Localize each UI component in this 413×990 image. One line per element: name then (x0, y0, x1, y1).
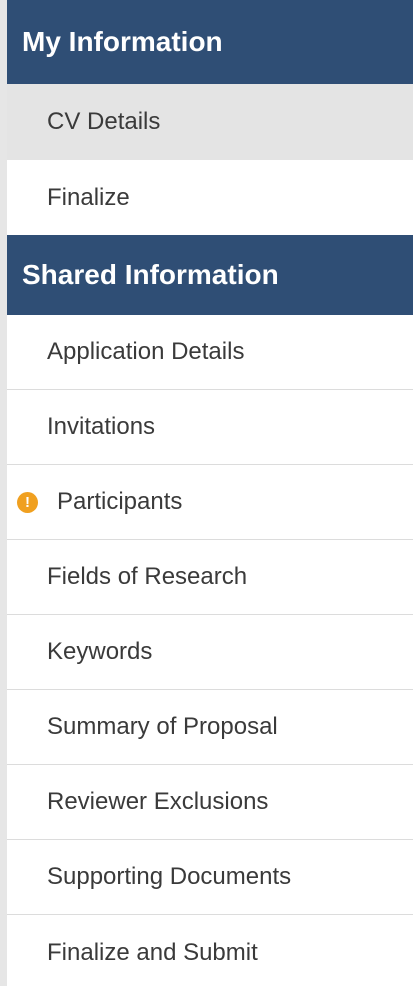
nav-item-label: Summary of Proposal (47, 713, 278, 740)
section-header-my-information: My Information (7, 0, 413, 84)
nav-item-label: Keywords (47, 638, 153, 665)
nav-item-finalize[interactable]: Finalize (7, 160, 413, 235)
nav-item-finalize-and-submit[interactable]: Finalize and Submit (7, 915, 413, 990)
nav-item-label: Reviewer Exclusions (47, 788, 269, 815)
nav-item-reviewer-exclusions[interactable]: Reviewer Exclusions (7, 765, 413, 840)
nav-item-label: Fields of Research (47, 563, 248, 590)
warning-icon: ! (17, 491, 38, 513)
section-title: Shared Information (22, 259, 279, 290)
nav-item-summary-of-proposal[interactable]: Summary of Proposal (7, 690, 413, 765)
nav-item-label: Invitations (47, 413, 156, 440)
nav-item-label: Finalize (47, 183, 130, 211)
nav-item-label: Participants (57, 488, 183, 515)
nav-item-supporting-documents[interactable]: Supporting Documents (7, 840, 413, 915)
nav-item-label: Supporting Documents (47, 863, 292, 890)
nav-item-label: Finalize and Submit (47, 938, 258, 966)
sidebar-nav: My Information CV Details Finalize Share… (0, 0, 413, 990)
nav-item-invitations[interactable]: Invitations (7, 390, 413, 465)
nav-item-label: Application Details (47, 338, 245, 365)
nav-item-participants[interactable]: ! Participants (7, 465, 413, 540)
nav-item-cv-details[interactable]: CV Details (7, 84, 413, 160)
nav-item-label: CV Details (47, 108, 161, 135)
nav-item-application-details[interactable]: Application Details (7, 315, 413, 390)
section-title: My Information (22, 26, 223, 57)
section-header-shared-information: Shared Information (7, 235, 413, 315)
nav-item-fields-of-research[interactable]: Fields of Research (7, 540, 413, 615)
nav-item-keywords[interactable]: Keywords (7, 615, 413, 690)
